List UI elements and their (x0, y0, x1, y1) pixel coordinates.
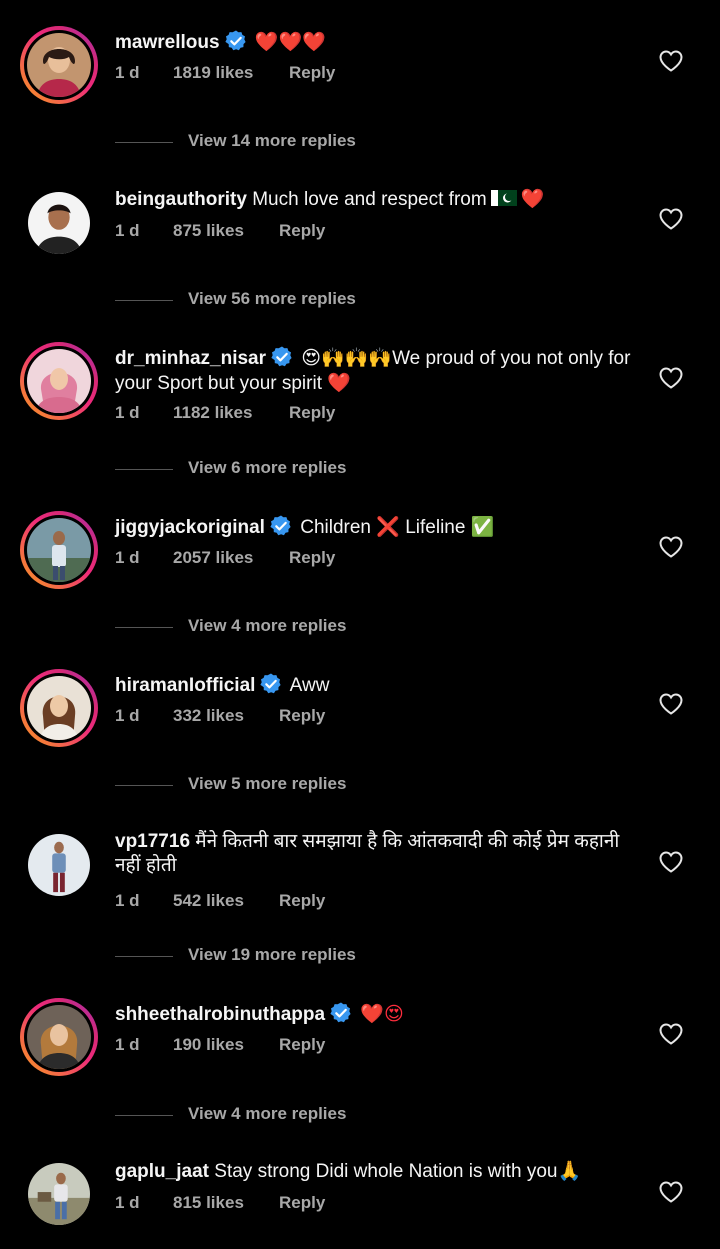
comment-age: 1 d (115, 221, 140, 240)
comment-text: Stay strong Didi whole Nation is with yo… (214, 1161, 558, 1182)
heart-outline-icon[interactable] (658, 1180, 684, 1204)
like-count[interactable]: 542 likes (173, 891, 244, 911)
like-count[interactable]: 815 likes (173, 1193, 244, 1213)
reply-button[interactable]: Reply (279, 1193, 325, 1213)
comment-text: मैंने कितनी बार समझाया है कि आंतकवादी की… (115, 831, 620, 876)
comment-emoji: ❤️ (520, 188, 545, 210)
heart-outline-icon[interactable] (658, 366, 684, 390)
avatar-image (27, 518, 91, 582)
comment-text: Aww (289, 675, 330, 696)
comment-emoji: ❤️ (327, 372, 351, 394)
comment-age: 1 d (115, 63, 140, 82)
comment-text: ❤️❤️❤️ (254, 31, 326, 53)
comment-age: 1 d (115, 706, 140, 725)
avatar[interactable] (20, 1155, 98, 1233)
verified-badge-icon (270, 345, 294, 369)
like-count[interactable]: 2057 likes (173, 548, 253, 568)
comment-emoji: 😍🙌🙌🙌 (301, 347, 393, 369)
divider-line (115, 469, 173, 470)
reply-button[interactable]: Reply (279, 221, 325, 241)
comment-text: Children (300, 517, 371, 538)
divider-line (115, 956, 173, 957)
divider-line (115, 142, 173, 143)
like-count[interactable]: 1182 likes (173, 403, 252, 423)
reply-button[interactable]: Reply (289, 548, 335, 568)
avatar-image (28, 1163, 90, 1225)
avatar[interactable] (20, 669, 98, 747)
comment-text: Much love and respect from (252, 189, 487, 210)
comment-age: 1 d (115, 891, 140, 910)
heart-outline-icon[interactable] (658, 535, 684, 559)
avatar[interactable] (20, 511, 98, 589)
comment-username[interactable]: hiramanIofficial (115, 675, 255, 696)
verified-badge-icon (269, 514, 293, 538)
comment-username[interactable]: shheethalrobinuthappa (115, 1004, 325, 1025)
avatar[interactable] (20, 826, 98, 904)
reply-button[interactable]: Reply (289, 403, 335, 423)
divider-line (115, 785, 173, 786)
avatar[interactable] (20, 26, 98, 104)
verified-badge-icon (259, 672, 283, 696)
avatar-image (27, 676, 91, 740)
comment-username[interactable]: jiggyjackoriginal (115, 517, 265, 538)
heart-outline-icon[interactable] (658, 850, 684, 874)
like-count[interactable]: 875 likes (173, 221, 244, 241)
like-count[interactable]: 190 likes (173, 1035, 244, 1055)
comment-age: 1 d (115, 1193, 140, 1212)
avatar-image (28, 192, 90, 254)
comment-age: 1 d (115, 403, 140, 422)
view-replies-label: View 19 more replies (188, 945, 356, 964)
avatar-image (27, 349, 91, 413)
heart-outline-icon[interactable] (658, 49, 684, 73)
like-count[interactable]: 1819 likes (173, 63, 253, 83)
heart-outline-icon[interactable] (658, 207, 684, 231)
heart-outline-icon[interactable] (658, 692, 684, 716)
comment-username[interactable]: vp17716 (115, 831, 190, 852)
like-count[interactable]: 332 likes (173, 706, 244, 726)
reply-button[interactable]: Reply (279, 1035, 325, 1055)
avatar[interactable] (20, 342, 98, 420)
comment-username[interactable]: dr_minhaz_nisar (115, 348, 266, 369)
comment-emoji: 🙏 (557, 1160, 582, 1182)
check-icon: ✅ (470, 516, 495, 538)
avatar-image (27, 33, 91, 97)
cross-icon: ❌ (376, 516, 400, 538)
verified-badge-icon (329, 1001, 353, 1025)
avatar-image (27, 1005, 91, 1069)
reply-button[interactable]: Reply (279, 891, 325, 911)
divider-line (115, 627, 173, 628)
comment-age: 1 d (115, 548, 140, 567)
avatar[interactable] (20, 998, 98, 1076)
comment-age: 1 d (115, 1035, 140, 1054)
pakistan-flag-icon (490, 190, 517, 206)
comment-username[interactable]: mawrellous (115, 32, 220, 53)
reply-button[interactable]: Reply (279, 706, 325, 726)
avatar[interactable] (20, 184, 98, 262)
divider-line (115, 1115, 173, 1116)
view-replies-label: View 5 more replies (188, 774, 347, 793)
comment-text-2: Lifeline (405, 517, 466, 538)
view-replies-label: View 6 more replies (188, 458, 347, 477)
avatar-image (28, 834, 90, 896)
divider-line (115, 300, 173, 301)
verified-badge-icon (224, 29, 248, 53)
comment-username[interactable]: gaplu_jaat (115, 1161, 209, 1182)
heart-outline-icon[interactable] (658, 1022, 684, 1046)
reply-button[interactable]: Reply (289, 63, 335, 83)
view-replies-label: View 56 more replies (188, 289, 356, 308)
view-replies-label: View 4 more replies (188, 1104, 347, 1123)
view-replies-label: View 14 more replies (188, 131, 356, 150)
comment-emoji: ❤️😍 (360, 1003, 404, 1025)
comment-username[interactable]: beingauthority (115, 189, 247, 210)
view-replies-label: View 4 more replies (188, 616, 347, 635)
